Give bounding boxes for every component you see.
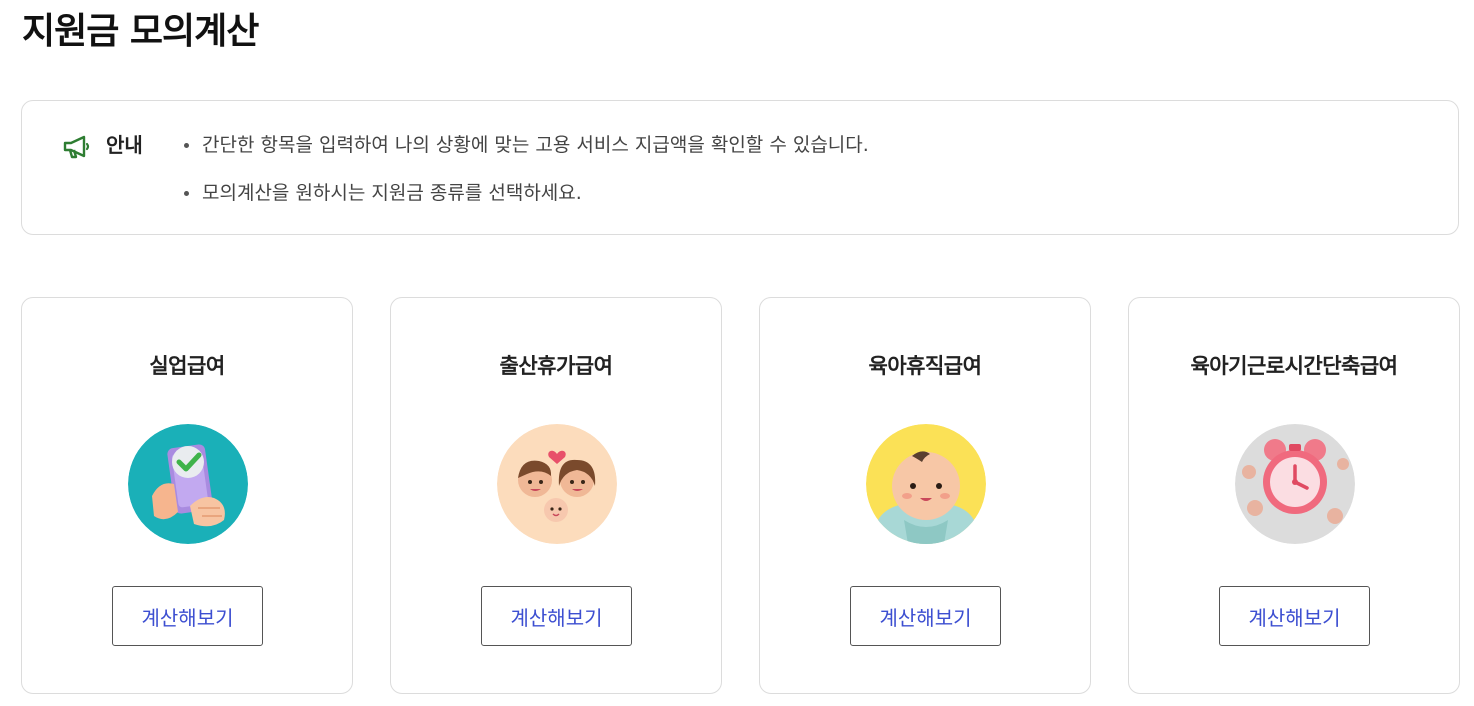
- benefit-card-reduced-hours: 육아기근로시간단축급여 계산해보기: [1128, 297, 1460, 694]
- calculate-button[interactable]: 계산해보기: [112, 586, 263, 646]
- card-title: 출산휴가급여: [499, 354, 613, 378]
- notice-list: 간단한 항목을 입력하여 나의 상황에 맞는 고용 서비스 지급액을 확인할 수…: [182, 131, 869, 227]
- benefit-card-list: 실업급여 계산해보기 출산휴가급여 계산해보기 육아휴직급여 계산해보기 육아기…: [21, 297, 1460, 694]
- phone-check-icon: [128, 424, 248, 544]
- calculate-button[interactable]: 계산해보기: [481, 586, 632, 646]
- baby-icon: [866, 424, 986, 544]
- benefit-card-maternity-leave: 출산휴가급여 계산해보기: [390, 297, 722, 694]
- card-title: 육아기근로시간단축급여: [1190, 354, 1398, 378]
- calculate-button[interactable]: 계산해보기: [1219, 586, 1370, 646]
- benefit-card-parental-leave: 육아휴직급여 계산해보기: [759, 297, 1091, 694]
- notice-box: 안내 간단한 항목을 입력하여 나의 상황에 맞는 고용 서비스 지급액을 확인…: [21, 100, 1459, 235]
- benefit-card-unemployment: 실업급여 계산해보기: [21, 297, 353, 694]
- calculate-button[interactable]: 계산해보기: [850, 586, 1001, 646]
- page-title: 지원금 모의계산: [22, 11, 259, 52]
- megaphone-icon: [62, 134, 92, 160]
- card-title: 육아휴직급여: [868, 354, 982, 378]
- notice-label: 안내: [106, 133, 143, 157]
- notice-item: 간단한 항목을 입력하여 나의 상황에 맞는 고용 서비스 지급액을 확인할 수…: [182, 131, 869, 159]
- card-title: 실업급여: [149, 354, 225, 378]
- family-icon: [497, 424, 617, 544]
- alarm-clock-coins-icon: [1235, 424, 1355, 544]
- notice-item: 모의계산을 원하시는 지원금 종류를 선택하세요.: [182, 179, 869, 207]
